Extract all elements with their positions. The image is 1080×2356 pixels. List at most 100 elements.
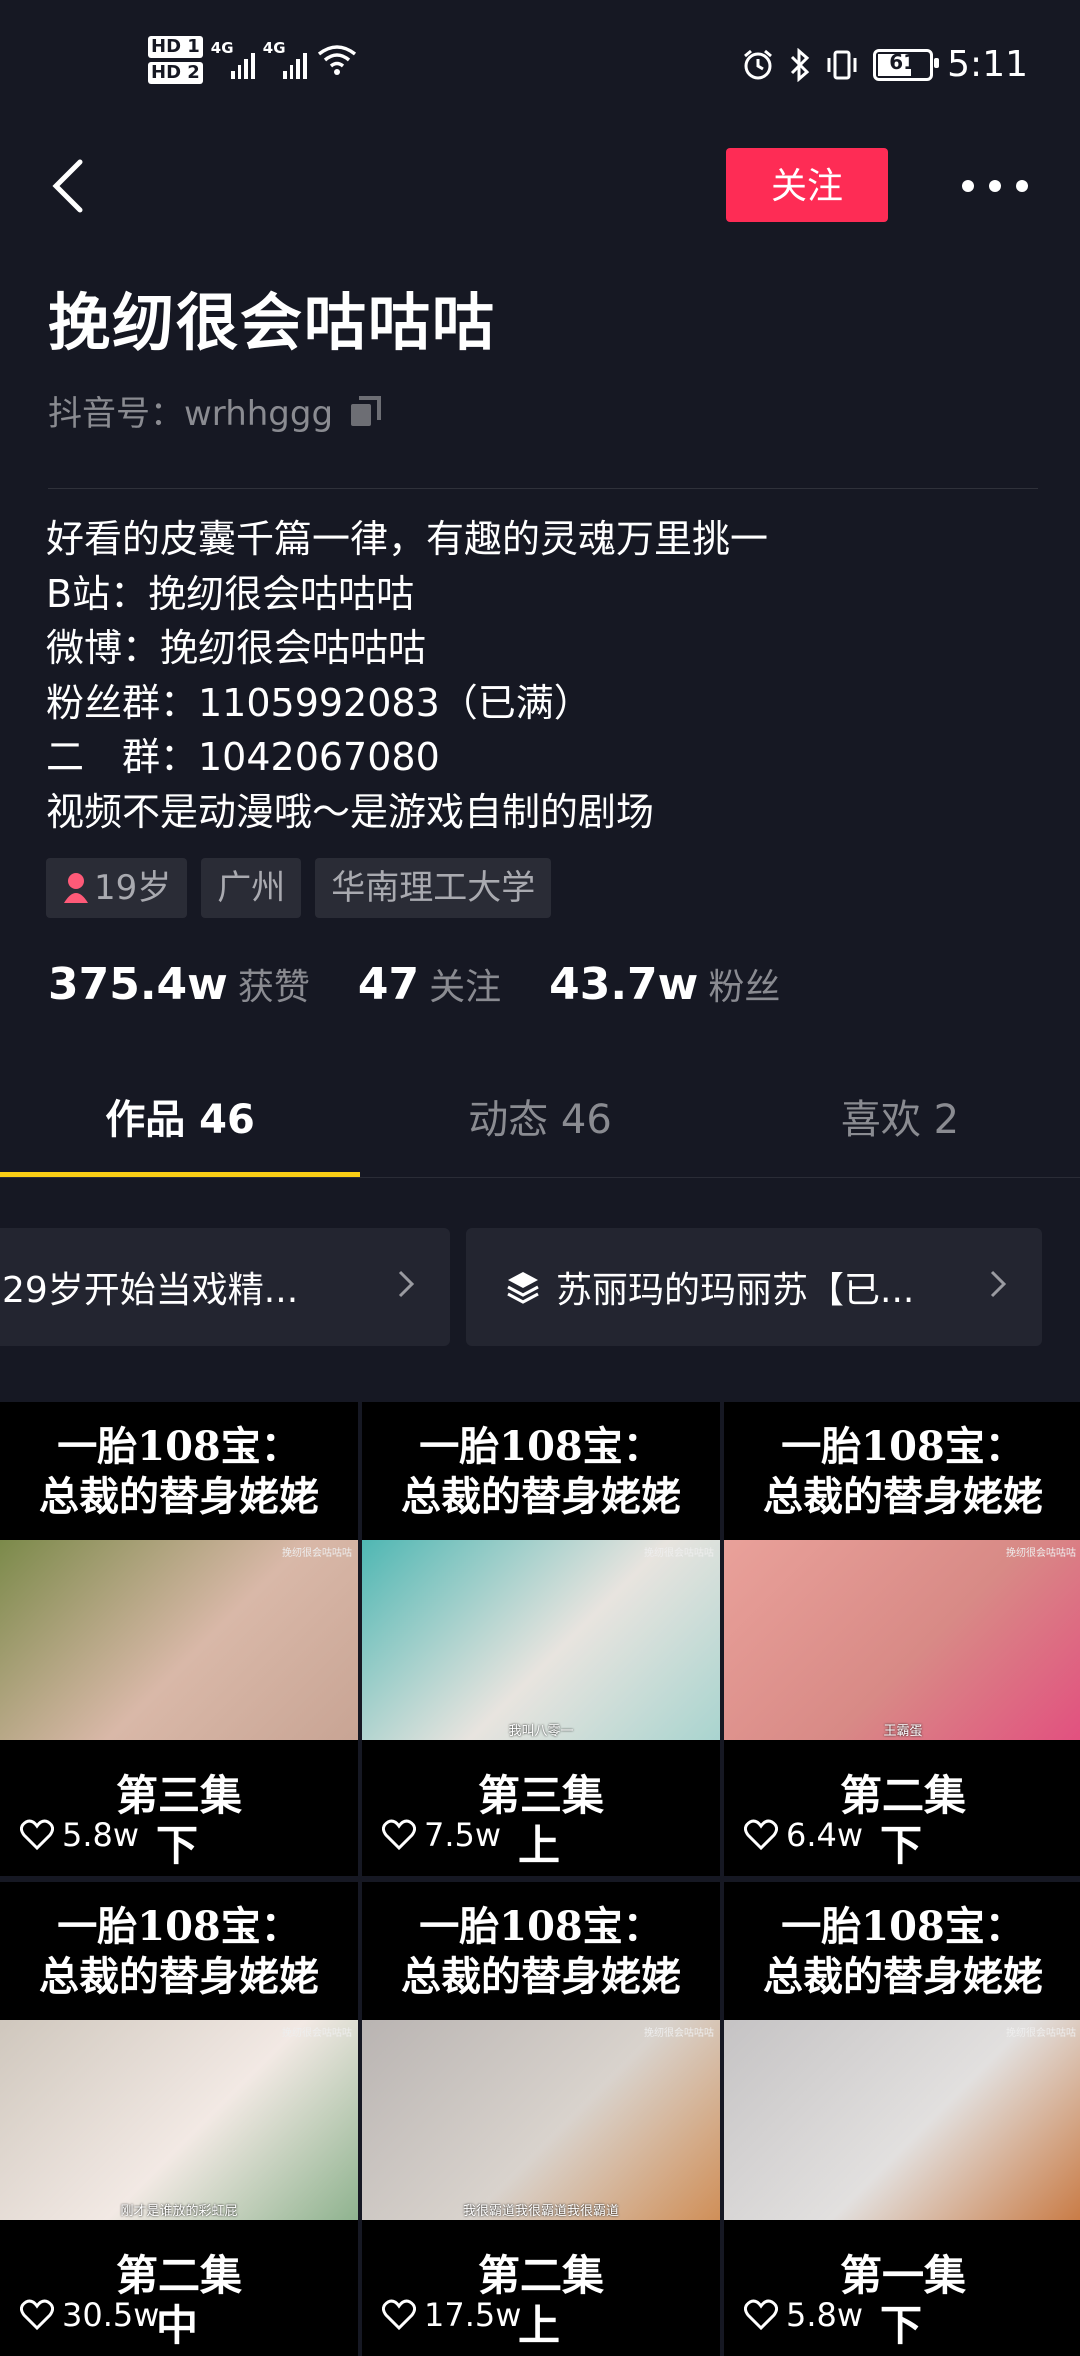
collection-title: 苏丽玛的玛丽苏【已... [556, 1270, 915, 1311]
battery-icon: 61 [873, 48, 940, 81]
heart-icon [20, 2299, 54, 2331]
video-likes: 30.5w [20, 2296, 159, 2334]
heart-icon [20, 1819, 54, 1851]
video-frame: 挽纫很会咕咕咕 [0, 1540, 358, 1740]
video-thumbnail[interactable]: 一胎108宝： 总裁的替身姥姥 挽纫很会咕咕咕 第三集 5.8w 下 [0, 1402, 358, 1876]
video-likes: 5.8w [744, 2296, 863, 2334]
video-thumbnail[interactable]: 一胎108宝： 总裁的替身姥姥 挽纫很会咕咕咕 第一集 5.8w 下 [724, 1882, 1080, 2356]
hd-indicators: HD 1 HD 2 [148, 36, 203, 84]
video-likes: 5.8w [20, 1816, 139, 1854]
video-caption: 一胎108宝： 总裁的替身姥姥 [401, 1903, 681, 2000]
video-caption: 一胎108宝： 总裁的替身姥姥 [763, 1903, 1043, 2000]
profile-stats: 375.4w 获赞 47 关注 43.7w 粉丝 [48, 958, 828, 1010]
video-part: 上 [518, 2301, 561, 2350]
heart-icon [382, 1819, 416, 1851]
video-part: 中 [156, 2301, 199, 2350]
video-caption: 一胎108宝： 总裁的替身姥姥 [763, 1423, 1043, 1520]
bio-line: B站：挽纫很会咕咕咕 [46, 571, 415, 616]
bluetooth-icon [791, 47, 810, 82]
video-thumbnail[interactable]: 一胎108宝： 总裁的替身姥姥 挽纫很会咕咕咕 王霸蛋 第二集 6.4w 下 [724, 1402, 1080, 1876]
layers-icon [507, 1272, 539, 1304]
hd2-indicator: HD 2 [148, 62, 203, 84]
video-caption: 一胎108宝： 总裁的替身姥姥 [39, 1423, 319, 1520]
profile-bio: 好看的皮囊千篇一律，有趣的灵魂万里挑一 B站：挽纫很会咕咕咕 微博：挽纫很会咕咕… [46, 512, 768, 839]
following-stat[interactable]: 47 关注 [358, 958, 501, 1010]
video-likes: 17.5w [382, 2296, 521, 2334]
video-watermark: 挽纫很会咕咕咕 [282, 2028, 352, 2039]
heart-icon [744, 1819, 778, 1851]
video-part: 下 [880, 1821, 923, 1870]
profile-tags: 19岁 广州 华南理工大学 [46, 858, 552, 918]
video-subtitle: 王霸蛋 [883, 1724, 923, 1739]
video-caption: 一胎108宝： 总裁的替身姥姥 [401, 1423, 681, 1520]
female-person-icon [64, 873, 88, 903]
video-likes: 7.5w [382, 1816, 501, 1854]
more-button[interactable] [962, 166, 1028, 206]
video-watermark: 挽纫很会咕咕咕 [644, 1548, 714, 1559]
bio-line: 视频不是动漫哦～是游戏自制的剧场 [46, 789, 655, 834]
collection-card[interactable]: 苏丽玛的玛丽苏【已... [466, 1228, 1042, 1346]
douyin-id-row: 抖音号：wrhhggg [48, 386, 383, 435]
heart-icon [382, 2299, 416, 2331]
copy-icon[interactable] [349, 394, 383, 428]
video-frame: 挽纫很会咕咕咕我很霸道我很霸道我很霸道 [362, 2020, 720, 2220]
status-right: 61 5:11 [741, 44, 1028, 85]
video-part: 上 [518, 1821, 561, 1870]
bio-line: 二 群：1042067080 [46, 735, 440, 779]
video-watermark: 挽纫很会咕咕咕 [644, 2028, 714, 2039]
signal-1-icon: 4G [211, 39, 255, 79]
alarm-icon [744, 49, 773, 79]
chevron-left-icon [52, 159, 83, 213]
profile-divider [48, 488, 1038, 489]
school-tag: 华南理工大学 [315, 858, 552, 918]
video-likes: 6.4w [744, 1816, 863, 1854]
content-tabs: 作品 46 动态 46 喜欢 2 [0, 1080, 1080, 1180]
tab-likes[interactable]: 喜欢 2 [720, 1080, 1080, 1180]
more-dot-icon [1016, 180, 1028, 192]
tab-moments[interactable]: 动态 46 [360, 1080, 720, 1180]
video-frame: 挽纫很会咕咕咕王霸蛋 [724, 1540, 1080, 1740]
bio-line: 粉丝群：1105992083（已满） [46, 680, 592, 725]
likes-stat: 375.4w 获赞 [48, 959, 310, 1010]
battery-level: 61 [889, 49, 918, 74]
clock: 5:11 [947, 44, 1028, 85]
video-subtitle: 我很霸道我很霸道我很霸道 [462, 2204, 619, 2219]
douyin-id: 抖音号：wrhhggg [48, 394, 334, 434]
video-thumbnail[interactable]: 一胎108宝： 总裁的替身姥姥 挽纫很会咕咕咕 刚才是谁放的彩虹屁 第二集 30.5w 中 [0, 1882, 358, 2356]
chevron-right-icon [990, 1270, 1007, 1298]
video-watermark: 挽纫很会咕咕咕 [1006, 2028, 1076, 2039]
vibrate-icon [827, 50, 857, 79]
profile-nickname: 挽纫很会咕咕咕 [48, 286, 497, 359]
status-left: HD 1 HD 2 4G 4G [148, 36, 357, 84]
bio-line: 好看的皮囊千篇一律，有趣的灵魂万里挑一 [46, 517, 769, 561]
back-button[interactable] [40, 150, 100, 222]
location-tag: 广州 [201, 858, 302, 918]
video-watermark: 挽纫很会咕咕咕 [1006, 1548, 1076, 1559]
more-dot-icon [989, 180, 1001, 192]
video-frame: 挽纫很会咕咕咕我叫八零一 [362, 1540, 720, 1740]
bio-line: 微博：挽纫很会咕咕咕 [46, 626, 427, 670]
video-thumbnail[interactable]: 一胎108宝： 总裁的替身姥姥 挽纫很会咕咕咕 我叫八零一 第三集 7.5w 上 [362, 1402, 720, 1876]
video-frame: 挽纫很会咕咕咕刚才是谁放的彩虹屁 [0, 2020, 358, 2220]
video-thumbnail[interactable]: 一胎108宝： 总裁的替身姥姥 挽纫很会咕咕咕 我很霸道我很霸道我很霸道 第二集 17.5… [362, 1882, 720, 2356]
tab-divider [0, 1177, 1080, 1178]
heart-icon [744, 2299, 778, 2331]
signal-2-icon: 4G [263, 39, 307, 79]
video-subtitle: 我叫八零一 [508, 1724, 574, 1739]
collections-row: 29岁开始当戏精... 苏丽玛的玛丽苏【已... [0, 1228, 1080, 1346]
wifi-icon [317, 45, 356, 75]
collection-title: 29岁开始当戏精... [2, 1270, 299, 1311]
follow-button[interactable]: 关注 [726, 148, 888, 222]
more-dot-icon [962, 180, 974, 192]
video-part: 下 [156, 1821, 199, 1870]
video-part: 下 [880, 2301, 923, 2350]
video-watermark: 挽纫很会咕咕咕 [282, 1548, 352, 1559]
collection-card[interactable]: 29岁开始当戏精... [0, 1228, 450, 1346]
tab-works[interactable]: 作品 46 [0, 1080, 360, 1180]
video-subtitle: 刚才是谁放的彩虹屁 [120, 2204, 238, 2219]
video-caption: 一胎108宝： 总裁的替身姥姥 [39, 1903, 319, 2000]
hd1-indicator: HD 1 [148, 36, 203, 58]
followers-stat[interactable]: 43.7w 粉丝 [549, 958, 780, 1010]
video-frame: 挽纫很会咕咕咕 [724, 2020, 1080, 2220]
chevron-right-icon [398, 1270, 415, 1298]
